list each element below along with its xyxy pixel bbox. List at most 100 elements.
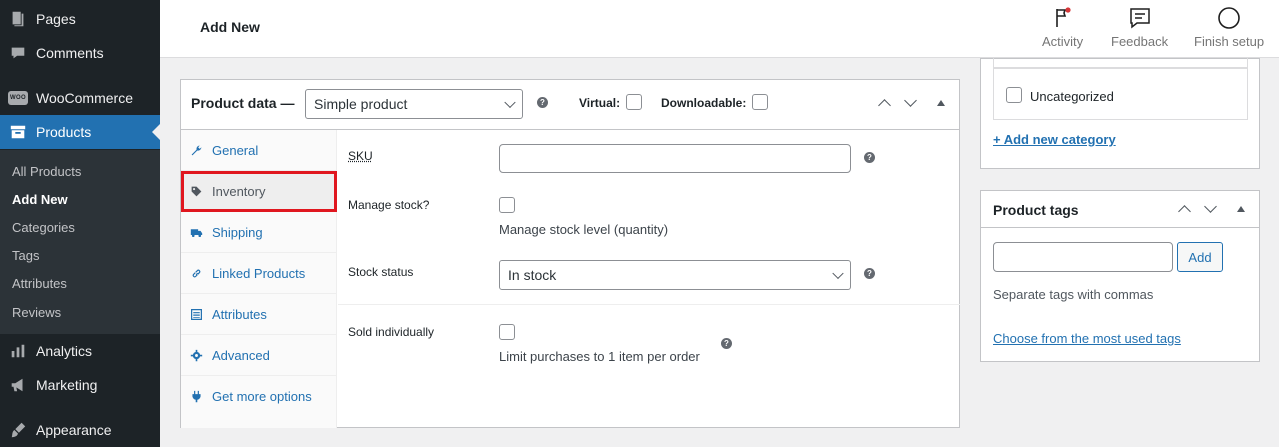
add-tag-button[interactable]: Add <box>1177 242 1223 272</box>
product-data-tabs: General Inventory Shipping Linked Produc… <box>181 130 337 428</box>
sidebar-item-label: Products <box>36 124 92 140</box>
sidebar-item-marketing[interactable]: Marketing <box>0 368 160 402</box>
move-up-icon[interactable] <box>878 99 891 112</box>
tab-label: Attributes <box>212 306 267 322</box>
submenu-tags[interactable]: Tags <box>12 248 39 263</box>
finish-setup-label: Finish setup <box>1194 34 1265 49</box>
add-category-link[interactable]: + Add new category <box>993 132 1116 147</box>
sold-individually-label: Sold individually <box>348 325 435 339</box>
stock-status-help-icon[interactable]: ? <box>864 268 875 279</box>
manage-stock-checkbox[interactable] <box>499 197 515 213</box>
stock-status-select[interactable]: In stock <box>499 260 851 290</box>
gear-icon <box>181 349 212 362</box>
category-tabs <box>993 58 1248 68</box>
sidebar-item-pages[interactable]: Pages <box>0 2 160 36</box>
category-checklist: Uncategorized <box>993 68 1248 120</box>
tab-label: Shipping <box>212 224 263 240</box>
sidebar-item-analytics[interactable]: Analytics <box>0 334 160 368</box>
activity-label: Activity <box>1042 34 1084 49</box>
tab-linked-products[interactable]: Linked Products <box>181 253 337 294</box>
choose-tags-link[interactable]: Choose from the most used tags <box>993 331 1181 346</box>
tags-hint: Separate tags with commas <box>993 287 1154 302</box>
admin-sidebar: Pages Comments WOO WooCommerce Products … <box>0 0 160 447</box>
sidebar-item-label: Pages <box>36 11 76 27</box>
bar-chart-icon <box>0 342 36 360</box>
submenu-reviews[interactable]: Reviews <box>12 305 61 320</box>
sku-input[interactable] <box>499 144 851 173</box>
tab-label: Linked Products <box>212 265 306 281</box>
tab-advanced[interactable]: Advanced <box>181 335 337 376</box>
list-icon <box>181 308 212 321</box>
comments-icon <box>0 44 36 62</box>
product-categories-box: Uncategorized + Add new category <box>980 58 1260 169</box>
downloadable-checkbox[interactable] <box>752 94 768 110</box>
sidebar-item-products[interactable]: Products <box>0 115 160 149</box>
tab-label: Advanced <box>212 347 270 363</box>
sidebar-item-comments[interactable]: Comments <box>0 36 160 70</box>
move-up-icon[interactable] <box>1178 205 1191 218</box>
uncategorized-label: Uncategorized <box>1030 89 1114 104</box>
chevron-down-icon <box>832 267 844 280</box>
link-icon <box>181 267 212 280</box>
tab-get-more-options[interactable]: Get more options <box>181 376 337 417</box>
sidebar-item-label: WooCommerce <box>36 90 133 106</box>
submenu-add-new[interactable]: Add New <box>12 192 68 207</box>
product-type-value: Simple product <box>314 96 408 112</box>
downloadable-label: Downloadable: <box>661 96 747 110</box>
tag-icon <box>181 185 212 198</box>
pages-icon <box>0 10 36 28</box>
collapse-toggle-icon[interactable] <box>937 100 945 106</box>
sidebar-item-label: Appearance <box>36 422 112 438</box>
progress-circle-icon <box>1218 7 1240 29</box>
chevron-down-icon <box>504 96 516 109</box>
product-type-select[interactable]: Simple product <box>305 89 523 119</box>
product-data-header: Product data — Simple product ? Virtual:… <box>181 80 959 130</box>
archive-icon <box>0 123 36 141</box>
feedback-icon <box>1129 8 1150 29</box>
move-down-icon[interactable] <box>1204 200 1217 213</box>
feedback-button[interactable]: Feedback <box>1111 6 1168 49</box>
sidebar-item-label: Marketing <box>36 377 98 393</box>
finish-setup-button[interactable]: Finish setup <box>1194 6 1264 49</box>
top-header: Add New Activity Feedback Finish setup <box>160 0 1279 58</box>
collapse-toggle-icon[interactable] <box>1237 206 1245 212</box>
submenu-categories[interactable]: Categories <box>12 220 75 235</box>
products-submenu: All Products Add New Categories Tags Att… <box>0 150 160 334</box>
tab-label: Inventory <box>212 183 266 199</box>
woocommerce-icon: WOO <box>0 91 36 105</box>
tab-label: General <box>212 142 259 158</box>
submenu-all-products[interactable]: All Products <box>12 164 81 179</box>
manage-stock-description: Manage stock level (quantity) <box>499 222 669 237</box>
tags-box-title: Product tags <box>993 202 1079 218</box>
feedback-label: Feedback <box>1111 34 1169 49</box>
tags-box-header: Product tags <box>981 191 1259 228</box>
sku-label: SKU <box>348 149 373 163</box>
tab-attributes[interactable]: Attributes <box>181 294 337 335</box>
sidebar-item-woocommerce[interactable]: WOO WooCommerce <box>0 81 160 115</box>
tab-shipping[interactable]: Shipping <box>181 212 337 253</box>
move-down-icon[interactable] <box>904 94 917 107</box>
sold-individually-checkbox[interactable] <box>499 324 515 340</box>
sold-individually-help-icon[interactable]: ? <box>721 338 732 349</box>
submenu-attributes[interactable]: Attributes <box>12 276 67 291</box>
product-data-panel: Product data — Simple product ? Virtual:… <box>180 79 960 428</box>
page-title: Add New <box>200 19 260 35</box>
sidebar-item-label: Comments <box>36 45 104 61</box>
sidebar-item-appearance[interactable]: Appearance <box>0 413 160 447</box>
virtual-checkbox[interactable] <box>626 94 642 110</box>
section-divider <box>338 304 960 305</box>
tab-general[interactable]: General <box>181 130 337 171</box>
megaphone-icon <box>0 376 36 394</box>
tag-input[interactable] <box>993 242 1173 272</box>
sku-help-icon[interactable]: ? <box>864 152 875 163</box>
virtual-label: Virtual: <box>579 96 621 110</box>
uncategorized-checkbox[interactable] <box>1006 87 1022 103</box>
tab-label: Get more options <box>212 389 312 404</box>
wrench-icon <box>181 144 212 157</box>
tab-inventory[interactable]: Inventory <box>181 171 337 212</box>
sold-individually-description: Limit purchases to 1 item per order <box>499 349 700 364</box>
activity-button[interactable]: Activity <box>1042 6 1083 49</box>
plugins-icon <box>181 390 212 403</box>
help-icon[interactable]: ? <box>537 97 548 108</box>
stock-status-label: Stock status <box>348 265 414 279</box>
